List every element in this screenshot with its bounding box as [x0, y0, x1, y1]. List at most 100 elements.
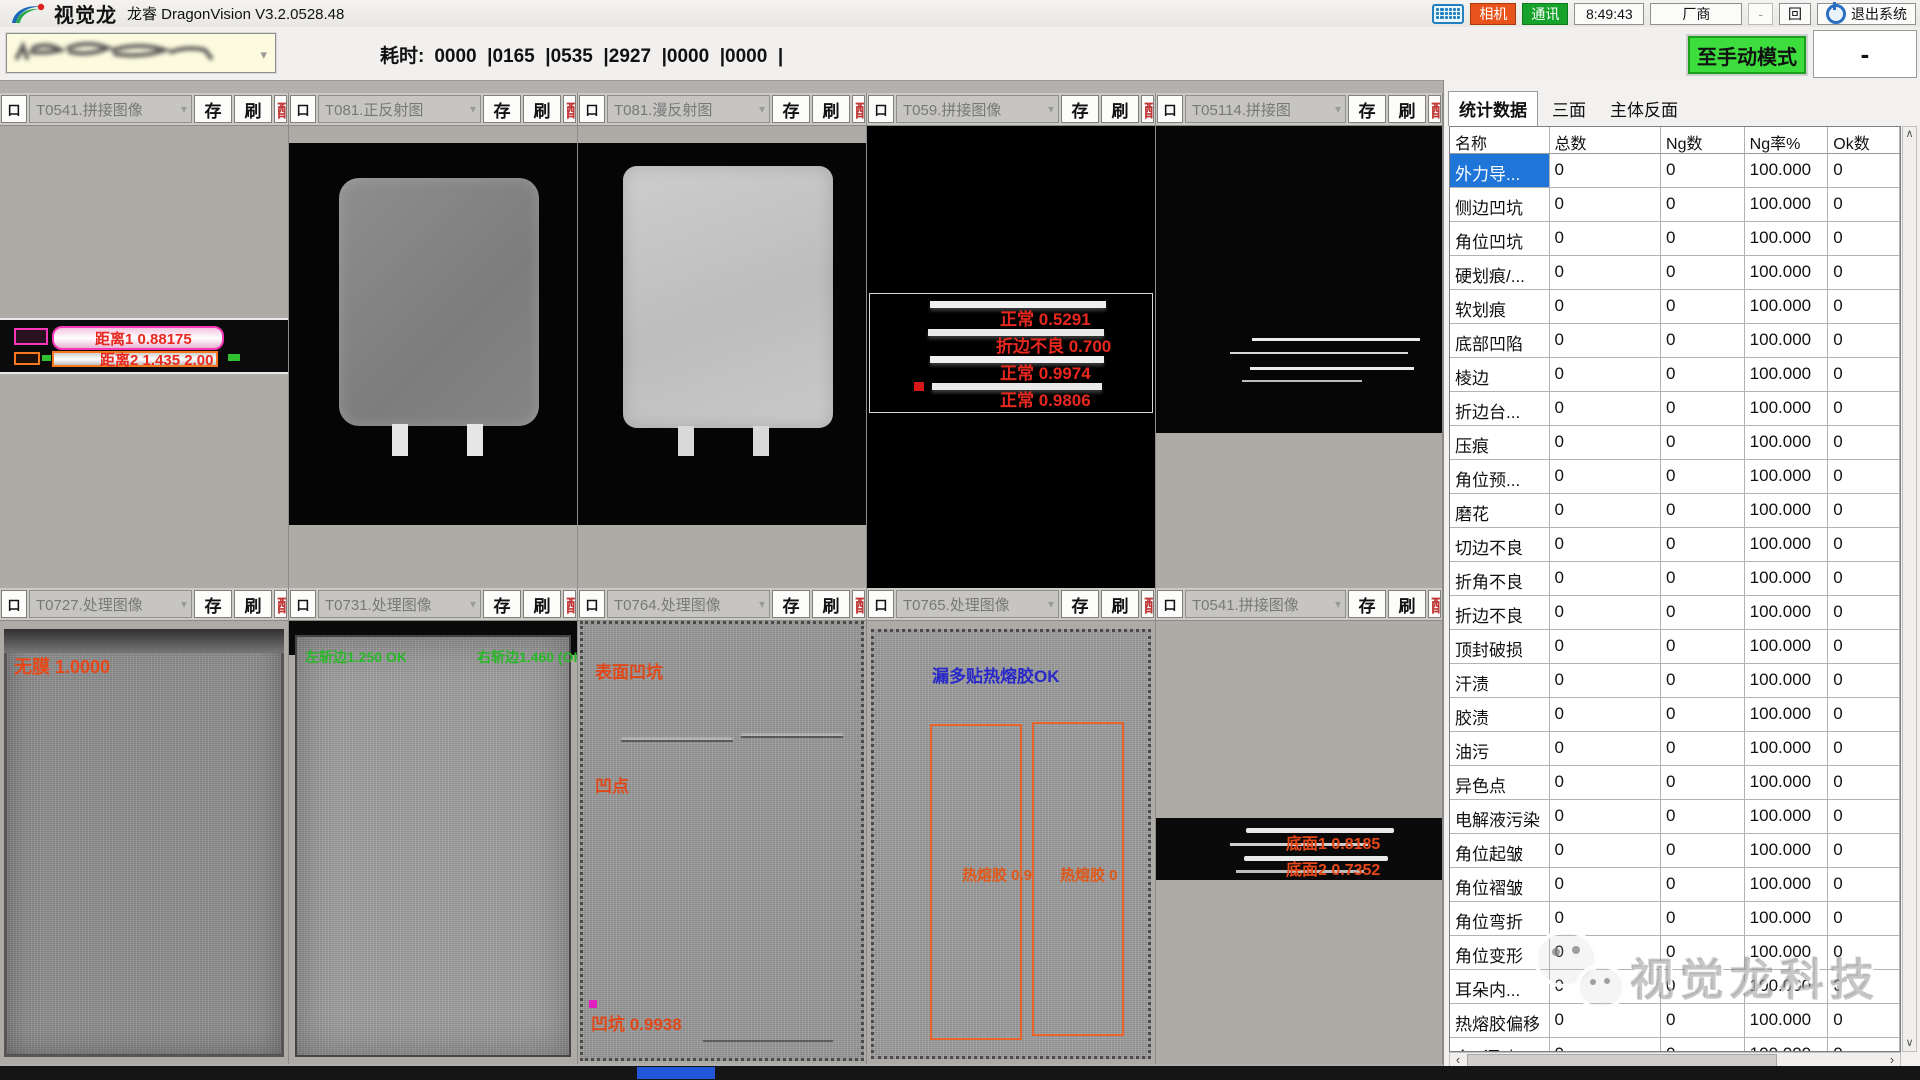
panel-source-dropdown[interactable]: T0765.处理图像▾ [896, 590, 1059, 618]
defect-name-cell[interactable]: 油污 [1450, 732, 1550, 765]
defect-name-cell[interactable]: 耳朵内... [1450, 970, 1550, 1003]
table-row[interactable]: 折边台...00100.0000 [1450, 392, 1900, 426]
panel-config-button[interactable]: 配 [1428, 95, 1441, 123]
panel-refresh-button[interactable]: 刷 [1388, 95, 1426, 123]
defect-name-cell[interactable]: 压痕 [1450, 426, 1550, 459]
panel-refresh-button[interactable]: 刷 [812, 590, 850, 618]
col-ng-rate[interactable]: Ng率% [1745, 127, 1829, 153]
table-row[interactable]: 折角不良00100.0000 [1450, 562, 1900, 596]
panel-config-button[interactable]: 配 [563, 95, 576, 123]
table-row[interactable]: 多&漏喷...00100.0000 [1450, 1038, 1900, 1052]
panel-source-dropdown[interactable]: T0731.处理图像▾ [318, 590, 481, 618]
table-row[interactable]: 汗渍00100.0000 [1450, 664, 1900, 698]
defect-name-cell[interactable]: 角位弯折 [1450, 902, 1550, 935]
comm-status-button[interactable]: 通讯 [1522, 3, 1568, 25]
panel-config-button[interactable]: 配 [852, 590, 865, 618]
table-row[interactable]: 外力导...00100.0000 [1450, 154, 1900, 188]
scroll-up-icon[interactable]: ∧ [1903, 127, 1916, 142]
panel-save-button[interactable]: 存 [194, 95, 232, 123]
panel-config-button[interactable]: 配 [1141, 95, 1154, 123]
defect-name-cell[interactable]: 侧边凹坑 [1450, 188, 1550, 221]
panel-select-button[interactable]: 口 [1157, 590, 1183, 618]
defect-name-cell[interactable]: 角位凹坑 [1450, 222, 1550, 255]
panel-refresh-button[interactable]: 刷 [1101, 95, 1139, 123]
panel-config-button[interactable]: 配 [563, 590, 576, 618]
col-ok[interactable]: Ok数 [1828, 127, 1900, 153]
table-row[interactable]: 软划痕00100.0000 [1450, 290, 1900, 324]
defect-name-cell[interactable]: 角位变形 [1450, 936, 1550, 969]
panel-source-dropdown[interactable]: T0541.拼接图像▾ [29, 95, 192, 123]
table-row[interactable]: 侧边凹坑00100.0000 [1450, 188, 1900, 222]
panel-config-button[interactable]: 配 [1428, 590, 1441, 618]
panel-config-button[interactable]: 配 [274, 95, 287, 123]
defect-name-cell[interactable]: 磨花 [1450, 494, 1550, 527]
table-row[interactable]: 底部凹陷00100.0000 [1450, 324, 1900, 358]
defect-name-cell[interactable]: 软划痕 [1450, 290, 1550, 323]
defect-name-cell[interactable]: 电解液污染 [1450, 800, 1550, 833]
table-row[interactable]: 胶渍00100.0000 [1450, 698, 1900, 732]
panel-save-button[interactable]: 存 [483, 590, 521, 618]
exit-system-button[interactable]: 退出系统 [1817, 3, 1916, 25]
table-vertical-scrollbar[interactable]: ∧ ∨ [1902, 126, 1917, 1052]
panel-save-button[interactable]: 存 [772, 590, 810, 618]
panel-refresh-button[interactable]: 刷 [523, 590, 561, 618]
defect-name-cell[interactable]: 角位褶皱 [1450, 868, 1550, 901]
panel-save-button[interactable]: 存 [1061, 590, 1099, 618]
defect-name-cell[interactable]: 底部凹陷 [1450, 324, 1550, 357]
panel-save-button[interactable]: 存 [1348, 590, 1386, 618]
panel-select-button[interactable]: 口 [868, 590, 894, 618]
table-row[interactable]: 角位起皱00100.0000 [1450, 834, 1900, 868]
defect-name-cell[interactable]: 折边台... [1450, 392, 1550, 425]
table-row[interactable]: 电解液污染00100.0000 [1450, 800, 1900, 834]
table-row[interactable]: 热熔胶偏移00100.0000 [1450, 1004, 1900, 1038]
tab-main-back[interactable]: 主体反面 [1600, 92, 1688, 126]
defect-name-cell[interactable]: 异色点 [1450, 766, 1550, 799]
to-manual-mode-button[interactable]: 至手动模式 [1688, 36, 1806, 74]
table-row[interactable]: 角位预...00100.0000 [1450, 460, 1900, 494]
taskbar-item[interactable] [637, 1067, 715, 1079]
defect-name-cell[interactable]: 折边不良 [1450, 596, 1550, 629]
panel-select-button[interactable]: 口 [1157, 95, 1183, 123]
panel-save-button[interactable]: 存 [1348, 95, 1386, 123]
table-row[interactable]: 切边不良00100.0000 [1450, 528, 1900, 562]
table-row[interactable]: 顶封破损00100.0000 [1450, 630, 1900, 664]
table-row[interactable]: 棱边00100.0000 [1450, 358, 1900, 392]
panel-source-dropdown[interactable]: T0541.拼接图像▾ [1185, 590, 1346, 618]
panel-refresh-button[interactable]: 刷 [1101, 590, 1139, 618]
panel-source-dropdown[interactable]: T0727.处理图像▾ [29, 590, 192, 618]
defect-name-cell[interactable]: 汗渍 [1450, 664, 1550, 697]
table-row[interactable]: 硬划痕/...00100.0000 [1450, 256, 1900, 290]
defect-name-cell[interactable]: 折角不良 [1450, 562, 1550, 595]
panel-save-button[interactable]: 存 [772, 95, 810, 123]
table-row[interactable]: 油污00100.0000 [1450, 732, 1900, 766]
defect-name-cell[interactable]: 切边不良 [1450, 528, 1550, 561]
defect-name-cell[interactable]: 外力导... [1450, 154, 1550, 187]
col-total[interactable]: 总数 [1550, 127, 1662, 153]
defect-name-cell[interactable]: 硬划痕/... [1450, 256, 1550, 289]
panel-source-dropdown[interactable]: T081.正反射图▾ [318, 95, 481, 123]
panel-refresh-button[interactable]: 刷 [523, 95, 561, 123]
table-row[interactable]: 异色点00100.0000 [1450, 766, 1900, 800]
keyboard-icon[interactable] [1432, 4, 1464, 24]
panel-save-button[interactable]: 存 [1061, 95, 1099, 123]
table-row[interactable]: 角位褶皱00100.0000 [1450, 868, 1900, 902]
panel-refresh-button[interactable]: 刷 [1388, 590, 1426, 618]
panel-select-button[interactable]: 口 [1, 95, 27, 123]
vendor-button[interactable]: 厂商 [1650, 3, 1742, 25]
scroll-down-icon[interactable]: ∨ [1903, 1036, 1916, 1051]
table-row[interactable]: 耳朵内...00100.0000 [1450, 970, 1900, 1004]
panel-select-button[interactable]: 口 [868, 95, 894, 123]
panel-select-button[interactable]: 口 [1, 590, 27, 618]
panel-source-dropdown[interactable]: T059.拼接图像▾ [896, 95, 1059, 123]
collapse-panel-button[interactable]: - [1813, 30, 1917, 78]
defect-name-cell[interactable]: 多&漏喷... [1450, 1038, 1550, 1052]
minimize-button[interactable]: - [1748, 3, 1773, 25]
panel-config-button[interactable]: 配 [852, 95, 865, 123]
defect-name-cell[interactable]: 胶渍 [1450, 698, 1550, 731]
table-row[interactable]: 压痕00100.0000 [1450, 426, 1900, 460]
panel-config-button[interactable]: 配 [1141, 590, 1154, 618]
panel-source-dropdown[interactable]: T05114.拼接图▾ [1185, 95, 1346, 123]
table-row[interactable]: 角位弯折00100.0000 [1450, 902, 1900, 936]
defect-name-cell[interactable]: 角位预... [1450, 460, 1550, 493]
program-select-dropdown[interactable]: ▾ [6, 33, 276, 73]
